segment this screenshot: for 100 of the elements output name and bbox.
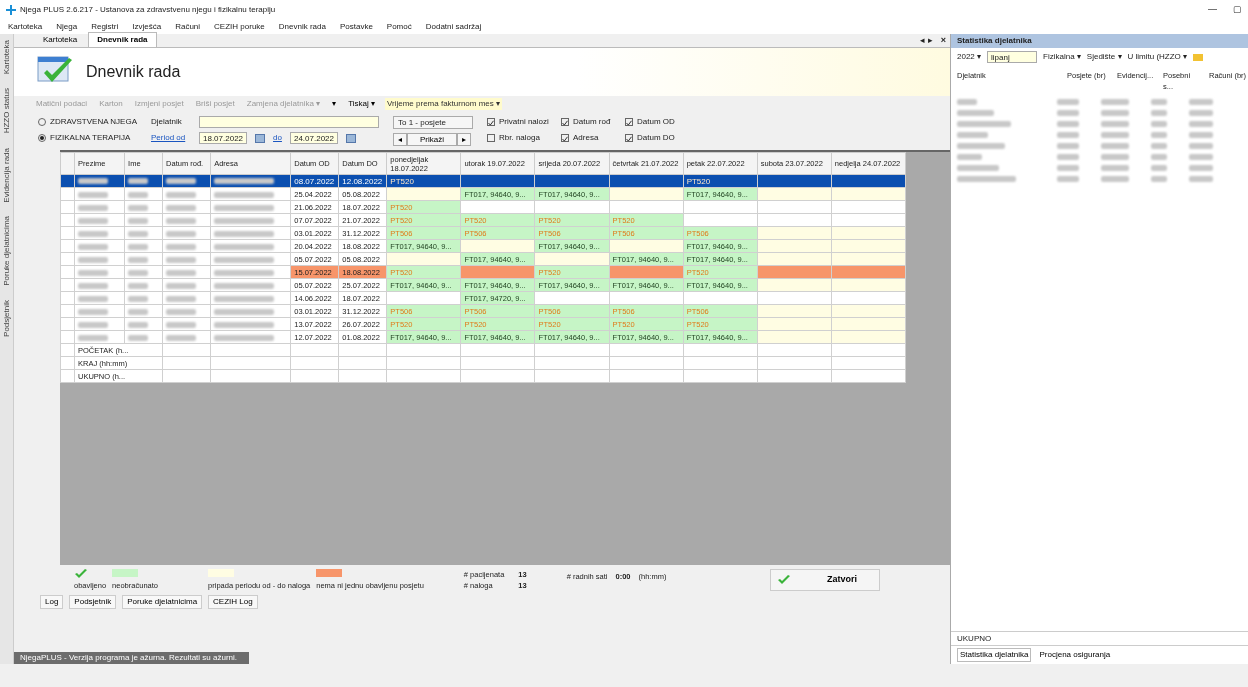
redacted-text [166,217,197,224]
redacted-text [1057,176,1079,182]
menu-item[interactable]: Njega [56,21,78,33]
redacted-text [78,295,108,302]
checkmark-icon [777,575,791,585]
toolbar-button[interactable]: Tiskaj ▾ [346,98,377,110]
tab-scroll-button[interactable]: ◂ ▸ [920,33,933,47]
redacted-text [1189,121,1213,127]
to-link[interactable]: do [273,132,282,144]
checkbox-option[interactable]: Rbr. naloga [487,132,557,144]
redacted-text [166,321,197,328]
menu-item[interactable]: Registri [91,21,119,33]
redacted-text [1189,110,1213,116]
show-button[interactable]: Prikaži [407,133,457,146]
side-tab[interactable]: Poruke djelatnicima [0,216,13,287]
radio-option[interactable]: ZDRAVSTVENA NJEGA [38,116,137,128]
checkmark-icon [74,568,88,578]
toolbar-button[interactable]: Vrijeme prema fakturnom mes ▾ [384,98,503,110]
redacted-text [214,256,275,263]
redacted-text [957,176,1016,182]
menu-item[interactable]: CEZIH poruke [214,21,265,33]
redacted-text [1151,154,1167,160]
redacted-text [128,282,149,289]
checkbox-option[interactable]: Datum OD [625,116,685,128]
menu-item[interactable]: Izvješća [132,21,162,33]
redacted-text [957,132,988,138]
month-dropdown[interactable]: lipanj [987,51,1038,63]
redacted-text [78,282,108,289]
redacted-text [166,178,197,185]
checkbox-option[interactable]: Adresa [561,132,621,144]
row-header[interactable] [60,174,75,188]
redacted-text [166,191,197,198]
redacted-text [214,308,275,315]
document-tab[interactable]: Dnevnik rada [88,32,157,47]
side-tab[interactable]: HZZO status [0,88,13,134]
date-field[interactable]: 18.07.2022 [199,132,248,144]
redacted-text [166,269,197,276]
redacted-text [78,191,108,198]
redacted-text [78,243,108,250]
filter-dropdown[interactable]: Fizikalna ▾ [1043,51,1081,63]
redacted-text [214,282,275,289]
minimize-button[interactable]: — [1208,3,1217,17]
redacted-text [957,165,999,171]
toolbar-button[interactable]: ▾ [330,98,339,110]
panel-tab[interactable]: Statistika djelatnika [957,648,1032,662]
redacted-text [1057,132,1079,138]
redacted-text [214,295,275,302]
panel-tab[interactable]: Procjena osiguranja [1037,648,1113,662]
redacted-text [128,178,149,185]
redacted-text [1151,132,1167,138]
redacted-text [1189,176,1213,182]
filter-dropdown[interactable]: Sjedište ▾ [1086,51,1122,63]
redacted-text [1101,143,1129,149]
menu-item[interactable]: Dnevnik rada [278,21,326,33]
close-button[interactable]: × [940,33,946,47]
redacted-text [1101,110,1129,116]
side-tab[interactable]: Evidencija rada [0,147,13,203]
window-title: Njega PLUS 2.6.217 - Ustanova za zdravstvenu njegu i fizikalnu terapiju [20,4,276,16]
radio-option[interactable]: FIZIKALNA TERAPIJA [38,132,137,144]
redacted-text [166,230,197,237]
document-tab[interactable]: Kartoteka [34,32,87,47]
checkbox-option[interactable]: Datum DO [625,132,685,144]
year-dropdown[interactable]: 2022 ▾ [957,51,982,63]
side-tab[interactable]: Podsjetnik [0,300,13,338]
checkbox-option[interactable]: Datum rođ [561,116,621,128]
redacted-text [78,230,108,237]
redacted-text [214,230,275,237]
redacted-text [957,143,1005,149]
bottom-tab[interactable]: Log [40,595,64,609]
bottom-tab[interactable]: CEZIH Log [208,595,258,609]
menu-item[interactable]: Postavke [339,21,373,33]
menu-item[interactable]: Pomoć [386,21,412,33]
page-title: Dnevnik rada [86,62,181,82]
menu-item[interactable]: Dodatni sadržaj [425,21,482,33]
checkmark-icon [562,135,569,142]
redacted-text [128,243,149,250]
previous-button[interactable]: ◂ [393,133,407,146]
close-button[interactable]: Zatvori [770,569,880,591]
redacted-text [214,217,275,224]
panel-title: Statistika djelatnika [951,34,1248,48]
redacted-text [1057,121,1079,127]
redacted-text [128,321,149,328]
bottom-tab[interactable]: Podsjetnik [69,595,117,609]
employee-dropdown[interactable] [199,116,379,128]
menu-item[interactable]: Računi [175,21,201,33]
checkmark-icon [626,135,633,142]
redacted-text [214,243,275,250]
bottom-tab[interactable]: Poruke djelatnicima [122,595,203,609]
maximize-button[interactable]: ▢ [1233,3,1242,17]
redacted-text [957,110,994,116]
mode-dropdown[interactable]: To 1 - posjete [393,116,473,129]
side-tab[interactable]: Kartoteka [0,40,13,75]
filter-dropdown[interactable]: U limitu (HZZO ▾ [1127,51,1188,63]
date-field[interactable]: 24.07.2022 [289,132,338,144]
redacted-text [1101,121,1129,127]
redacted-text [1189,154,1213,160]
checkmark-icon [488,119,495,126]
menu-item[interactable]: Kartoteka [8,21,43,33]
checkbox-option[interactable]: Privatni nalozi [487,116,557,128]
period-link[interactable]: Period od [151,132,191,144]
